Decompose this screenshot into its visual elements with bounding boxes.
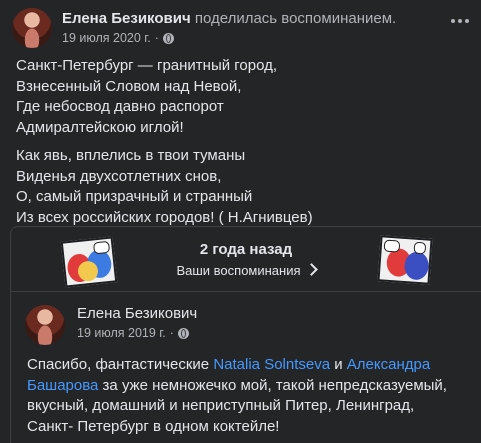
post-date[interactable]: 19 июля 2020 г. (62, 31, 151, 45)
post-header: Елена Безикович поделилась воспоминанием… (62, 10, 396, 27)
mention-natalia-solntseva[interactable]: Natalia Solntseva (213, 356, 330, 373)
memory-card: 2 года назад Ваши воспоминания Елена Без… (10, 226, 481, 443)
chevron-right-icon (304, 263, 318, 276)
poem-line: Адмиралтейскою иглой! (16, 118, 184, 136)
inner-post-text: Спасибо, фантастические Natalia Solntsev… (27, 355, 477, 437)
poem-line: О, самый призрачный и странный (16, 188, 253, 205)
post-meta: 19 июля 2020 г. · (62, 31, 174, 45)
mention-aleksandra-last[interactable]: Башарова (27, 377, 98, 394)
inner-post-date[interactable]: 19 июля 2019 г. (77, 326, 166, 340)
mention-aleksandra-first[interactable]: Александра (347, 356, 430, 373)
more-options-icon[interactable] (447, 8, 473, 34)
text-segment: вкусный, домашний и неприступный Питер, … (27, 397, 415, 414)
avatar-photo (12, 8, 52, 48)
globe-icon (162, 32, 174, 44)
poem-line: Как явь, вплелись в твои туманы (16, 147, 246, 164)
inner-author-avatar[interactable] (25, 305, 65, 345)
shared-memory-post: Елена Безикович поделилась воспоминанием… (0, 0, 481, 443)
avatar-photo (25, 305, 65, 345)
poem-line: Санкт-Петербург — гранитный город, (16, 57, 278, 74)
poem-line: Взнесенный Словом над Невой, (16, 77, 242, 95)
poem-line: Виденья двухсотлетних снов, (16, 167, 222, 185)
meta-separator: · (154, 31, 159, 45)
poem-line: Где небосвод давно распорот (16, 98, 224, 115)
memory-banner[interactable]: 2 года назад Ваши воспоминания (11, 227, 481, 292)
author-name[interactable]: Елена Безикович (62, 10, 191, 27)
text-segment: Санкт- Петербург в одном коктейле! (27, 417, 280, 435)
globe-icon (177, 327, 189, 339)
author-avatar[interactable] (12, 8, 52, 48)
text-segment: за уже немножечко мой, такой непредсказу… (98, 376, 447, 394)
post-action-text: поделилась воспоминанием. (194, 10, 397, 27)
poem-line: Из всех российских городов! ( Н.Агнивцев… (16, 208, 313, 226)
memory-subtitle-text: Ваши воспоминания (176, 263, 301, 278)
text-segment: Спасибо, фантастические (27, 356, 214, 373)
inner-post-meta: 19 июля 2019 г. · (77, 326, 189, 340)
inner-author-name[interactable]: Елена Безикович (77, 305, 197, 322)
post-text: Санкт-Петербург — гранитный город, Взнес… (16, 56, 313, 228)
meta-separator: · (169, 326, 174, 340)
text-segment: и (330, 356, 347, 373)
friends-conversation-illustration-icon (377, 235, 433, 285)
